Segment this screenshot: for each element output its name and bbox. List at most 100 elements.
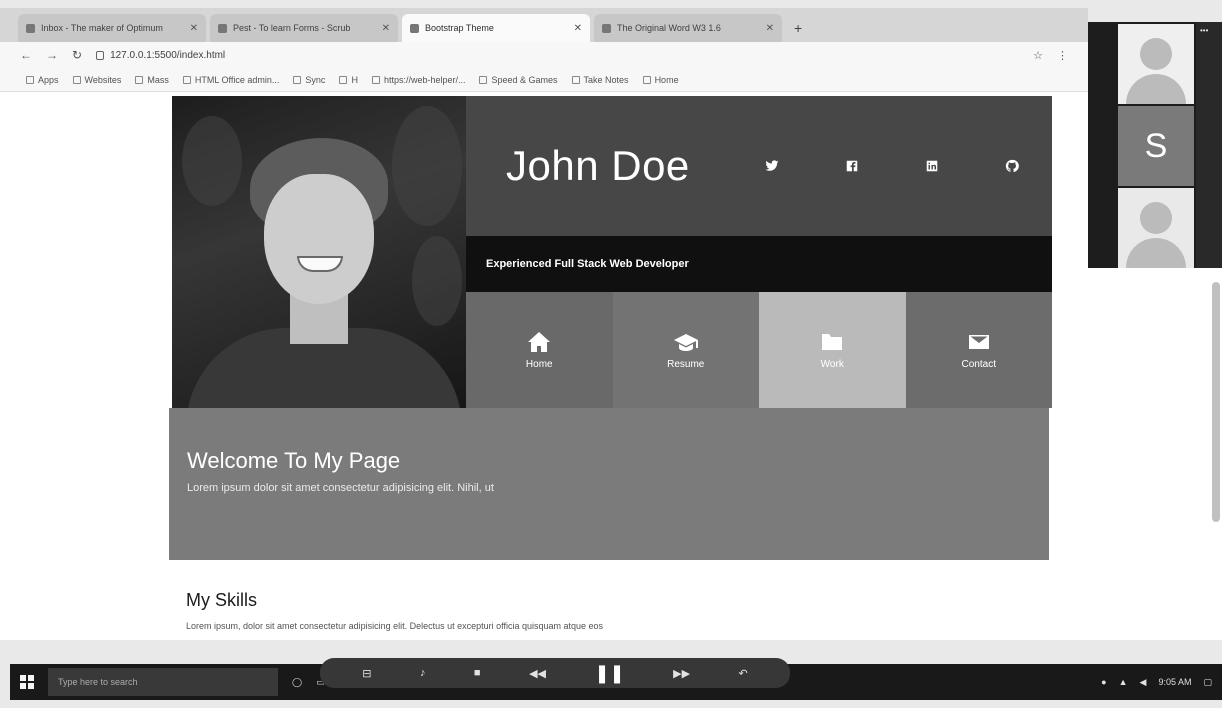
pause-icon[interactable]: ❚❚ — [594, 663, 624, 684]
skills-text: Lorem ipsum, dolor sit amet consectetur … — [186, 621, 604, 631]
linkedin-icon[interactable] — [924, 158, 940, 174]
home-icon — [528, 331, 551, 352]
url-text: 127.0.0.1:5500/index.html — [110, 49, 226, 61]
clock[interactable]: 9:05 AM — [1158, 677, 1191, 688]
avatar-icon — [1140, 202, 1172, 234]
bookmark-label: HTML Office admin... — [194, 74, 280, 85]
tab-title: Bootstrap Theme — [425, 23, 494, 33]
folder-icon — [339, 75, 348, 84]
page-icon — [479, 75, 488, 84]
task-view-icon[interactable]: ◯ — [292, 677, 302, 688]
menu-item-home[interactable]: Home — [466, 292, 613, 408]
browser-tab-active[interactable]: Bootstrap Theme ✕ — [402, 14, 590, 42]
search-placeholder: Type here to search — [58, 677, 138, 687]
menu-item-resume[interactable]: Resume — [612, 292, 759, 408]
more-options-icon[interactable]: ••• — [1196, 22, 1222, 39]
tagline-bar: Experienced Full Stack Web Developer — [466, 236, 1052, 292]
volume-control-icon[interactable]: ♪ — [420, 667, 426, 679]
page-icon — [182, 75, 191, 84]
bookmark-label: Sync — [305, 74, 326, 85]
welcome-banner: Welcome To My Page Lorem ipsum dolor sit… — [169, 408, 1049, 560]
bookmark-label: https://web-helper/... — [383, 74, 466, 85]
browser-tab[interactable]: The Original Word W3 1.6 ✕ — [594, 14, 782, 42]
bookmark-item[interactable]: Sync — [293, 75, 325, 85]
fast-forward-icon[interactable]: ▶▶ — [673, 667, 690, 680]
tab-title: Inbox - The maker of Optimum — [41, 23, 163, 33]
participant-tile[interactable] — [1118, 188, 1194, 268]
menu-item-contact[interactable]: Contact — [905, 292, 1052, 408]
close-tab-icon[interactable]: ✕ — [574, 23, 582, 34]
bookmarks-bar: Apps Websites Mass HTML Office admin... … — [0, 68, 1088, 92]
bookmark-item[interactable]: Speed & Games — [479, 75, 558, 85]
welcome-text: Lorem ipsum dolor sit amet consectetur a… — [187, 482, 494, 494]
back-icon[interactable]: ← — [20, 48, 32, 62]
taskbar-search-input[interactable]: Type here to search — [48, 668, 278, 696]
bookmark-item[interactable]: Websites — [72, 74, 122, 85]
reload-icon[interactable]: ↻ — [72, 48, 82, 62]
info-icon — [96, 50, 105, 60]
github-icon[interactable] — [1004, 158, 1020, 174]
extensions-icon[interactable]: ⋮ — [1057, 49, 1068, 62]
avatar-icon — [1126, 238, 1186, 268]
page-scrollbar[interactable] — [1212, 282, 1220, 522]
rewind-icon[interactable]: ◀◀ — [529, 667, 546, 680]
avatar-icon — [1140, 38, 1172, 70]
captions-icon[interactable]: ⊟ — [362, 667, 371, 680]
url-field[interactable]: 127.0.0.1:5500/index.html — [96, 50, 996, 61]
folder-icon — [822, 333, 843, 350]
menu-item-work[interactable]: Work — [759, 292, 906, 408]
bookmark-label: Mass — [147, 74, 169, 85]
network-icon[interactable]: ▲ — [1119, 677, 1128, 687]
bookmark-item[interactable]: Take Notes — [571, 75, 629, 85]
menu-item-label: Resume — [667, 358, 705, 370]
stop-icon[interactable]: ■ — [474, 667, 481, 679]
close-tab-icon[interactable]: ✕ — [190, 23, 198, 34]
start-menu-icon[interactable] — [20, 675, 34, 689]
close-tab-icon[interactable]: ✕ — [382, 23, 390, 34]
skills-title: My Skills — [186, 590, 257, 610]
bookmark-item[interactable]: Apps — [26, 75, 59, 85]
menu-item-label: Contact — [961, 358, 996, 370]
profile-photo — [172, 96, 466, 408]
browser-tab[interactable]: Inbox - The maker of Optimum ✕ — [18, 14, 206, 42]
participant-tile[interactable] — [1118, 24, 1194, 104]
tab-favicon-icon — [410, 23, 419, 33]
skills-section: My Skills Lorem ipsum, dolor sit amet co… — [186, 590, 986, 631]
weather-icon[interactable]: ● — [1101, 677, 1106, 687]
media-controls: ⊟ ♪ ■ ◀◀ ❚❚ ▶▶ ↶ — [320, 658, 790, 688]
bookmark-item[interactable]: Mass — [135, 75, 169, 85]
folder-icon — [571, 75, 580, 84]
close-tab-icon[interactable]: ✕ — [766, 23, 774, 34]
tab-title: Pest - To learn Forms - Scrub — [233, 23, 351, 33]
page-viewport: John Doe Experienced Full Stack Web Deve… — [0, 92, 1222, 640]
welcome-title: Welcome To My Page — [187, 448, 401, 473]
browser-tab[interactable]: Pest - To learn Forms - Scrub ✕ — [210, 14, 398, 42]
forward-icon[interactable]: → — [46, 48, 58, 62]
folder-icon — [293, 75, 302, 84]
facebook-icon[interactable] — [844, 158, 860, 174]
bookmark-label: Websites — [84, 74, 122, 85]
browser-tab-bar: Inbox - The maker of Optimum ✕ Pest - To… — [0, 8, 1088, 42]
bookmark-item[interactable]: HTML Office admin... — [182, 74, 280, 85]
bookmark-star-icon[interactable]: ☆ — [1033, 49, 1043, 62]
bookmark-item[interactable]: https://web-helper/... — [371, 74, 466, 85]
address-bar: ← → ↻ 127.0.0.1:5500/index.html ☆ ⋮ — [0, 42, 1088, 68]
tab-favicon-icon — [218, 23, 227, 33]
volume-icon[interactable]: ◀ — [1140, 677, 1147, 688]
panel-side-strip: ••• — [1196, 22, 1222, 268]
bookmark-item[interactable]: H — [339, 75, 358, 85]
bookmark-item[interactable]: Home — [642, 75, 679, 85]
background-foliage — [392, 106, 462, 226]
tab-favicon-icon — [26, 23, 35, 33]
back-icon[interactable]: ↶ — [739, 667, 748, 680]
tab-title: The Original Word W3 1.6 — [617, 23, 721, 33]
tagline-text: Experienced Full Stack Web Developer — [486, 258, 689, 270]
participant-tile[interactable]: S — [1118, 106, 1194, 186]
new-tab-icon[interactable]: + — [786, 20, 810, 42]
folder-icon — [72, 75, 81, 84]
twitter-icon[interactable] — [764, 158, 780, 174]
site-owner-name: John Doe — [506, 142, 690, 189]
apps-icon — [26, 75, 34, 84]
hero-section: John Doe Experienced Full Stack Web Deve… — [169, 96, 1052, 562]
notifications-icon[interactable]: ▢ — [1203, 677, 1212, 688]
